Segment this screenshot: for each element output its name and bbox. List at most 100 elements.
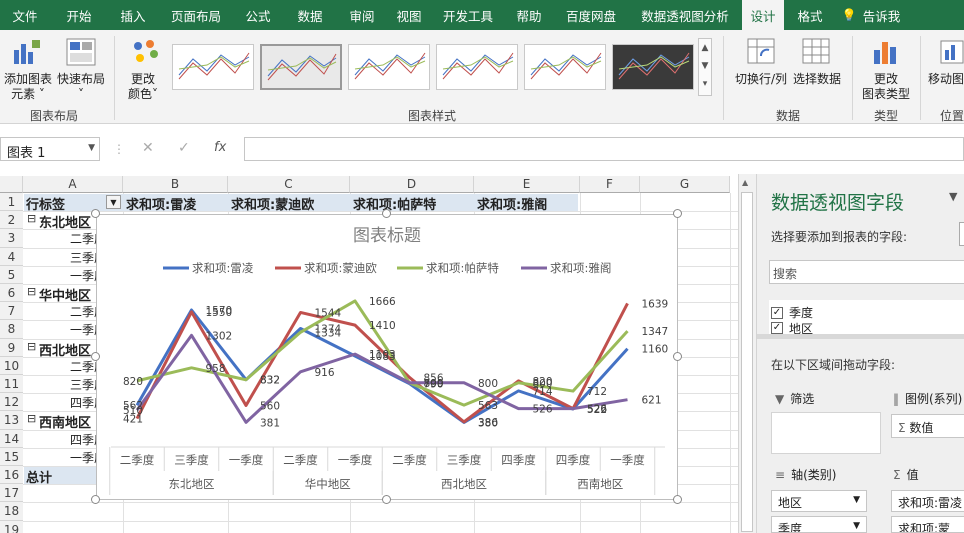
tab-5[interactable]: 数据	[282, 0, 338, 30]
field-search-input[interactable]: 搜索	[769, 260, 964, 284]
data-label[interactable]: 510	[123, 405, 143, 417]
resize-handle[interactable]	[382, 209, 391, 218]
cancel-icon[interactable]: ✕	[142, 140, 154, 156]
switch-row-column-button[interactable]: 切换行/列	[732, 72, 790, 87]
more-styles-icon[interactable]: ▾	[699, 75, 711, 93]
legend-drop-item[interactable]: Σ 数值	[891, 414, 964, 438]
column-header-f[interactable]: F	[580, 176, 640, 193]
data-label[interactable]: 832	[260, 375, 280, 387]
resize-handle[interactable]	[382, 495, 391, 504]
formula-input[interactable]	[244, 137, 964, 161]
data-label[interactable]: 916	[315, 367, 335, 379]
tab-14[interactable]: 💡 告诉我	[836, 0, 906, 30]
row-header-14[interactable]: 14	[0, 429, 23, 448]
resize-handle[interactable]	[91, 352, 100, 361]
column-header-b[interactable]: B	[123, 176, 228, 193]
data-label[interactable]: 1550	[206, 307, 233, 319]
row-header-5[interactable]: 5	[0, 265, 23, 284]
change-colors-button[interactable]: 更改 颜色˅	[120, 72, 166, 102]
data-label[interactable]: 800	[533, 378, 553, 390]
row-header-3[interactable]: 3	[0, 229, 23, 248]
data-label[interactable]: 1639	[642, 298, 669, 310]
pane-options-icon[interactable]: ▼	[949, 190, 957, 203]
chevron-down-icon[interactable]: ▼	[853, 521, 860, 531]
resize-handle[interactable]	[673, 495, 682, 504]
pane-splitter[interactable]	[757, 334, 964, 339]
cell-e1[interactable]: 求和项:雅阁	[477, 194, 579, 213]
chevron-down-icon[interactable]: ▼	[853, 495, 860, 505]
data-label[interactable]: 1302	[206, 330, 233, 342]
resize-handle[interactable]	[673, 209, 682, 218]
data-label[interactable]: 526	[533, 404, 553, 416]
row-header-16[interactable]: 16	[0, 466, 23, 485]
checkbox-checked-icon[interactable]: ✓	[771, 322, 783, 334]
data-label[interactable]: 820	[123, 376, 143, 388]
data-label[interactable]: 381	[260, 417, 280, 429]
data-label[interactable]: 526	[587, 404, 607, 416]
value-item-1[interactable]: 求和项:雷凌	[891, 490, 964, 512]
data-label[interactable]: 386	[478, 417, 498, 429]
chart-style-5[interactable]	[524, 44, 606, 90]
chart-style-1[interactable]	[172, 44, 254, 90]
tab-2[interactable]: 插入	[108, 0, 158, 30]
tab-12[interactable]: 设计	[742, 0, 784, 30]
data-label[interactable]: 1160	[642, 344, 669, 356]
name-box[interactable]: 图表 1 ▼	[0, 137, 100, 161]
tab-8[interactable]: 开发工具	[432, 0, 504, 30]
tab-9[interactable]: 帮助	[504, 0, 554, 30]
tab-3[interactable]: 页面布局	[158, 0, 234, 30]
row-header-11[interactable]: 11	[0, 375, 23, 394]
chart-style-6[interactable]	[612, 44, 694, 90]
move-chart-button[interactable]: 移动图	[928, 72, 964, 87]
chart-title[interactable]: 图表标题	[353, 226, 421, 246]
row-header-2[interactable]: 2	[0, 211, 23, 230]
data-label[interactable]: 1334	[315, 327, 342, 339]
filter-dropdown-icon[interactable]: ▼	[106, 195, 121, 209]
column-header-c[interactable]: C	[228, 176, 350, 193]
column-header-d[interactable]: D	[350, 176, 474, 193]
tools-button[interactable]	[959, 222, 964, 246]
data-label[interactable]: 621	[642, 395, 662, 407]
axis-item-region[interactable]: 地区 ▼	[771, 490, 867, 512]
tab-0[interactable]: 文件	[0, 0, 50, 30]
resize-handle[interactable]	[91, 495, 100, 504]
tab-6[interactable]: 审阅	[338, 0, 386, 30]
row-header-4[interactable]: 4	[0, 247, 23, 266]
legend-entry[interactable]: 求和项:蒙迪欧	[304, 261, 377, 275]
row-header-12[interactable]: 12	[0, 393, 23, 412]
tab-11[interactable]: 数据透视图分析	[628, 0, 742, 30]
value-item-2[interactable]: 求和项:蒙	[891, 516, 964, 533]
resize-handle[interactable]	[91, 209, 100, 218]
axis-item-quarter[interactable]: 季度 ▼	[771, 516, 867, 533]
row-header-1[interactable]: 1	[0, 193, 23, 212]
row-header-7[interactable]: 7	[0, 302, 23, 321]
field-item-region[interactable]: ✓ 地区	[771, 322, 813, 334]
chart-style-4[interactable]	[436, 44, 518, 90]
cell-d1[interactable]: 求和项:帕萨特	[353, 194, 473, 213]
change-chart-type-button[interactable]: 更改 图表类型	[856, 72, 916, 102]
collapse-icon[interactable]: ⊟	[27, 212, 36, 225]
pivot-chart[interactable]: 图表标题 求和项:雷凌 求和项:蒙迪欧 求和项:帕萨特 求和项:雅阁 562 1570 832…	[96, 214, 678, 500]
chart-style-3[interactable]	[348, 44, 430, 90]
data-label[interactable]: 1544	[315, 307, 342, 319]
data-label[interactable]: 712	[587, 386, 607, 398]
tab-13[interactable]: 格式	[784, 0, 836, 30]
collapse-icon[interactable]: ⊟	[27, 340, 36, 353]
tab-1[interactable]: 开始	[50, 0, 108, 30]
data-label[interactable]: 1103	[369, 349, 396, 361]
quick-layout-button[interactable]: 快速布局 ˅	[54, 72, 108, 102]
scrollbar-thumb[interactable]	[741, 192, 753, 532]
row-header-18[interactable]: 18	[0, 502, 23, 521]
column-header-g[interactable]: G	[640, 176, 730, 193]
data-label[interactable]: 1347	[642, 326, 669, 338]
cell-b1[interactable]: 求和项:雷凌	[126, 194, 227, 213]
field-item-quarter[interactable]: ✓ 季度	[771, 304, 813, 321]
data-label[interactable]: 563	[478, 400, 498, 412]
row-header-13[interactable]: 13	[0, 411, 23, 430]
legend-entry[interactable]: 求和项:雷凌	[192, 261, 254, 275]
row-header-9[interactable]: 9	[0, 338, 23, 357]
data-label[interactable]: 560	[260, 400, 280, 412]
row-header-6[interactable]: 6	[0, 284, 23, 303]
scroll-up-icon[interactable]: ▲	[699, 39, 711, 57]
tab-10[interactable]: 百度网盘	[554, 0, 628, 30]
